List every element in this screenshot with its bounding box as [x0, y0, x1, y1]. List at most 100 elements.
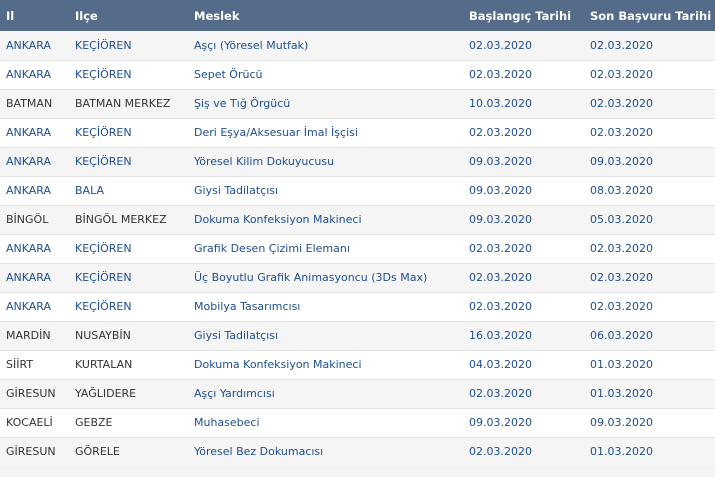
header-row: Il Ilçe Meslek Başlangıç Tarihi Son Başv… — [0, 0, 715, 31]
cell-son-basvuru-tarihi: 05.03.2020 — [584, 205, 715, 235]
cell-il: ANKARA — [0, 263, 69, 293]
cell-baslangic-tarihi: 02.03.2020 — [463, 379, 584, 409]
cell-meslek: Giysi Tadilatçısı — [188, 321, 463, 351]
cell-il: GİRESUN — [0, 437, 69, 467]
cell-baslangic-tarihi: 02.03.2020 — [463, 437, 584, 467]
cell-son-basvuru-tarihi: 02.03.2020 — [584, 234, 715, 264]
table-row[interactable]: KOCAELİ GEBZE Muhasebeci 09.03.2020 09.03.20… — [0, 408, 715, 438]
cell-baslangic-tarihi: 16.03.2020 — [463, 321, 584, 351]
cell-baslangic-tarihi: 09.03.2020 — [463, 408, 584, 438]
cell-meslek: Yöresel Bez Dokumacısı — [188, 437, 463, 467]
cell-son-basvuru-tarihi: 02.03.2020 — [584, 263, 715, 293]
cell-il: BİNGÖL — [0, 205, 69, 235]
cell-ilce: KEÇİÖREN — [69, 292, 188, 322]
cell-meslek: Muhasebeci — [188, 408, 463, 438]
cell-ilce: NUSAYBİN — [69, 321, 188, 351]
footer-strip — [0, 466, 715, 477]
cell-son-basvuru-tarihi: 02.03.2020 — [584, 89, 715, 119]
table-row[interactable]: ANKARA KEÇİÖREN Üç Boyutlu Grafik Animasyo… — [0, 263, 715, 293]
cell-il: GİRESUN — [0, 379, 69, 409]
cell-ilce: BALA — [69, 176, 188, 206]
cell-ilce: KURTALAN — [69, 350, 188, 380]
cell-il: BATMAN — [0, 89, 69, 119]
cell-son-basvuru-tarihi: 01.03.2020 — [584, 379, 715, 409]
cell-meslek: Mobilya Tasarımcısı — [188, 292, 463, 322]
cell-meslek: Dokuma Konfeksiyon Makineci — [188, 350, 463, 380]
course-table-container: Il Ilçe Meslek Başlangıç Tarihi Son Başv… — [0, 0, 715, 467]
cell-ilce: KEÇİÖREN — [69, 60, 188, 90]
table-row[interactable]: MARDİN NUSAYBİN Giysi Tadilatçısı 16.03.202… — [0, 321, 715, 351]
cell-il: ANKARA — [0, 60, 69, 90]
cell-il: SİİRT — [0, 350, 69, 380]
cell-baslangic-tarihi: 09.03.2020 — [463, 205, 584, 235]
table-row[interactable]: BATMAN BATMAN MERKEZ Şiş ve Tığ Örgücü 10.0… — [0, 89, 715, 119]
cell-baslangic-tarihi: 02.03.2020 — [463, 60, 584, 90]
cell-ilce: BATMAN MERKEZ — [69, 89, 188, 119]
cell-meslek: Aşçı Yardımcısı — [188, 379, 463, 409]
cell-baslangic-tarihi: 02.03.2020 — [463, 31, 584, 61]
cell-il: ANKARA — [0, 31, 69, 61]
cell-baslangic-tarihi: 02.03.2020 — [463, 118, 584, 148]
cell-ilce: GEBZE — [69, 408, 188, 438]
cell-son-basvuru-tarihi: 08.03.2020 — [584, 176, 715, 206]
cell-baslangic-tarihi: 09.03.2020 — [463, 176, 584, 206]
cell-meslek: Aşçı (Yöresel Mutfak) — [188, 31, 463, 61]
table-row[interactable]: ANKARA KEÇİÖREN Deri Eşya/Aksesuar İmal İş… — [0, 118, 715, 148]
cell-baslangic-tarihi: 04.03.2020 — [463, 350, 584, 380]
cell-son-basvuru-tarihi: 09.03.2020 — [584, 147, 715, 177]
cell-meslek: Deri Eşya/Aksesuar İmal İşçisi — [188, 118, 463, 148]
cell-meslek: Dokuma Konfeksiyon Makineci — [188, 205, 463, 235]
cell-ilce: KEÇİÖREN — [69, 263, 188, 293]
cell-ilce: BİNGÖL MERKEZ — [69, 205, 188, 235]
cell-son-basvuru-tarihi: 09.03.2020 — [584, 408, 715, 438]
table-row[interactable]: ANKARA BALA Giysi Tadilatçısı 09.03.2020 08.… — [0, 176, 715, 206]
cell-ilce: KEÇİÖREN — [69, 234, 188, 264]
cell-il: ANKARA — [0, 118, 69, 148]
cell-son-basvuru-tarihi: 02.03.2020 — [584, 292, 715, 322]
table-row[interactable]: ANKARA KEÇİÖREN Grafik Desen Çizimi Eleman… — [0, 234, 715, 264]
cell-son-basvuru-tarihi: 02.03.2020 — [584, 31, 715, 61]
table-row[interactable]: GİRESUN YAĞLIDERE Aşçı Yardımcısı 02.03.202… — [0, 379, 715, 409]
table-row[interactable]: ANKARA KEÇİÖREN Aşçı (Yöresel Mutfak) 02.03… — [0, 31, 715, 61]
cell-il: ANKARA — [0, 147, 69, 177]
cell-meslek: Şiş ve Tığ Örgücü — [188, 89, 463, 119]
table-row[interactable]: GİRESUN GÖRELE Yöresel Bez Dokumacısı 02.03… — [0, 437, 715, 467]
table-row[interactable]: ANKARA KEÇİÖREN Sepet Örücü 02.03.2020 02.03… — [0, 60, 715, 90]
table-row[interactable]: ANKARA KEÇİÖREN Yöresel Kilim Dokuyucusu 09… — [0, 147, 715, 177]
cell-meslek: Üç Boyutlu Grafik Animasyoncu (3Ds Max) — [188, 263, 463, 293]
cell-meslek: Yöresel Kilim Dokuyucusu — [188, 147, 463, 177]
cell-baslangic-tarihi: 09.03.2020 — [463, 147, 584, 177]
table-header: Il Ilçe Meslek Başlangıç Tarihi Son Başv… — [0, 0, 715, 31]
cell-il: KOCAELİ — [0, 408, 69, 438]
cell-ilce: KEÇİÖREN — [69, 31, 188, 61]
cell-baslangic-tarihi: 02.03.2020 — [463, 292, 584, 322]
table-body: ANKARA KEÇİÖREN Aşçı (Yöresel Mutfak) 02.03… — [0, 31, 715, 467]
cell-baslangic-tarihi: 02.03.2020 — [463, 234, 584, 264]
cell-il: MARDİN — [0, 321, 69, 351]
cell-il: ANKARA — [0, 176, 69, 206]
header-meslek[interactable]: Meslek — [188, 0, 463, 31]
cell-il: ANKARA — [0, 234, 69, 264]
course-table: Il Ilçe Meslek Başlangıç Tarihi Son Başv… — [0, 0, 715, 467]
table-row[interactable]: BİNGÖL BİNGÖL MERKEZ Dokuma Konfeksiyon Ma… — [0, 205, 715, 235]
cell-il: ANKARA — [0, 292, 69, 322]
cell-ilce: KEÇİÖREN — [69, 118, 188, 148]
cell-ilce: KEÇİÖREN — [69, 147, 188, 177]
table-row[interactable]: SİİRT KURTALAN Dokuma Konfeksiyon Makineci… — [0, 350, 715, 380]
header-son-basvuru-tarihi[interactable]: Son Başvuru Tarihi — [584, 0, 715, 31]
cell-baslangic-tarihi: 10.03.2020 — [463, 89, 584, 119]
cell-son-basvuru-tarihi: 02.03.2020 — [584, 118, 715, 148]
cell-son-basvuru-tarihi: 01.03.2020 — [584, 350, 715, 380]
cell-meslek: Sepet Örücü — [188, 60, 463, 90]
cell-baslangic-tarihi: 02.03.2020 — [463, 263, 584, 293]
cell-ilce: YAĞLIDERE — [69, 379, 188, 409]
header-il[interactable]: Il — [0, 0, 69, 31]
cell-son-basvuru-tarihi: 01.03.2020 — [584, 437, 715, 467]
cell-son-basvuru-tarihi: 02.03.2020 — [584, 60, 715, 90]
table-row[interactable]: ANKARA KEÇİÖREN Mobilya Tasarımcısı 02.03.2… — [0, 292, 715, 322]
header-baslangic-tarihi[interactable]: Başlangıç Tarihi — [463, 0, 584, 31]
cell-son-basvuru-tarihi: 06.03.2020 — [584, 321, 715, 351]
cell-meslek: Giysi Tadilatçısı — [188, 176, 463, 206]
cell-meslek: Grafik Desen Çizimi Elemanı — [188, 234, 463, 264]
header-ilce[interactable]: Ilçe — [69, 0, 188, 31]
